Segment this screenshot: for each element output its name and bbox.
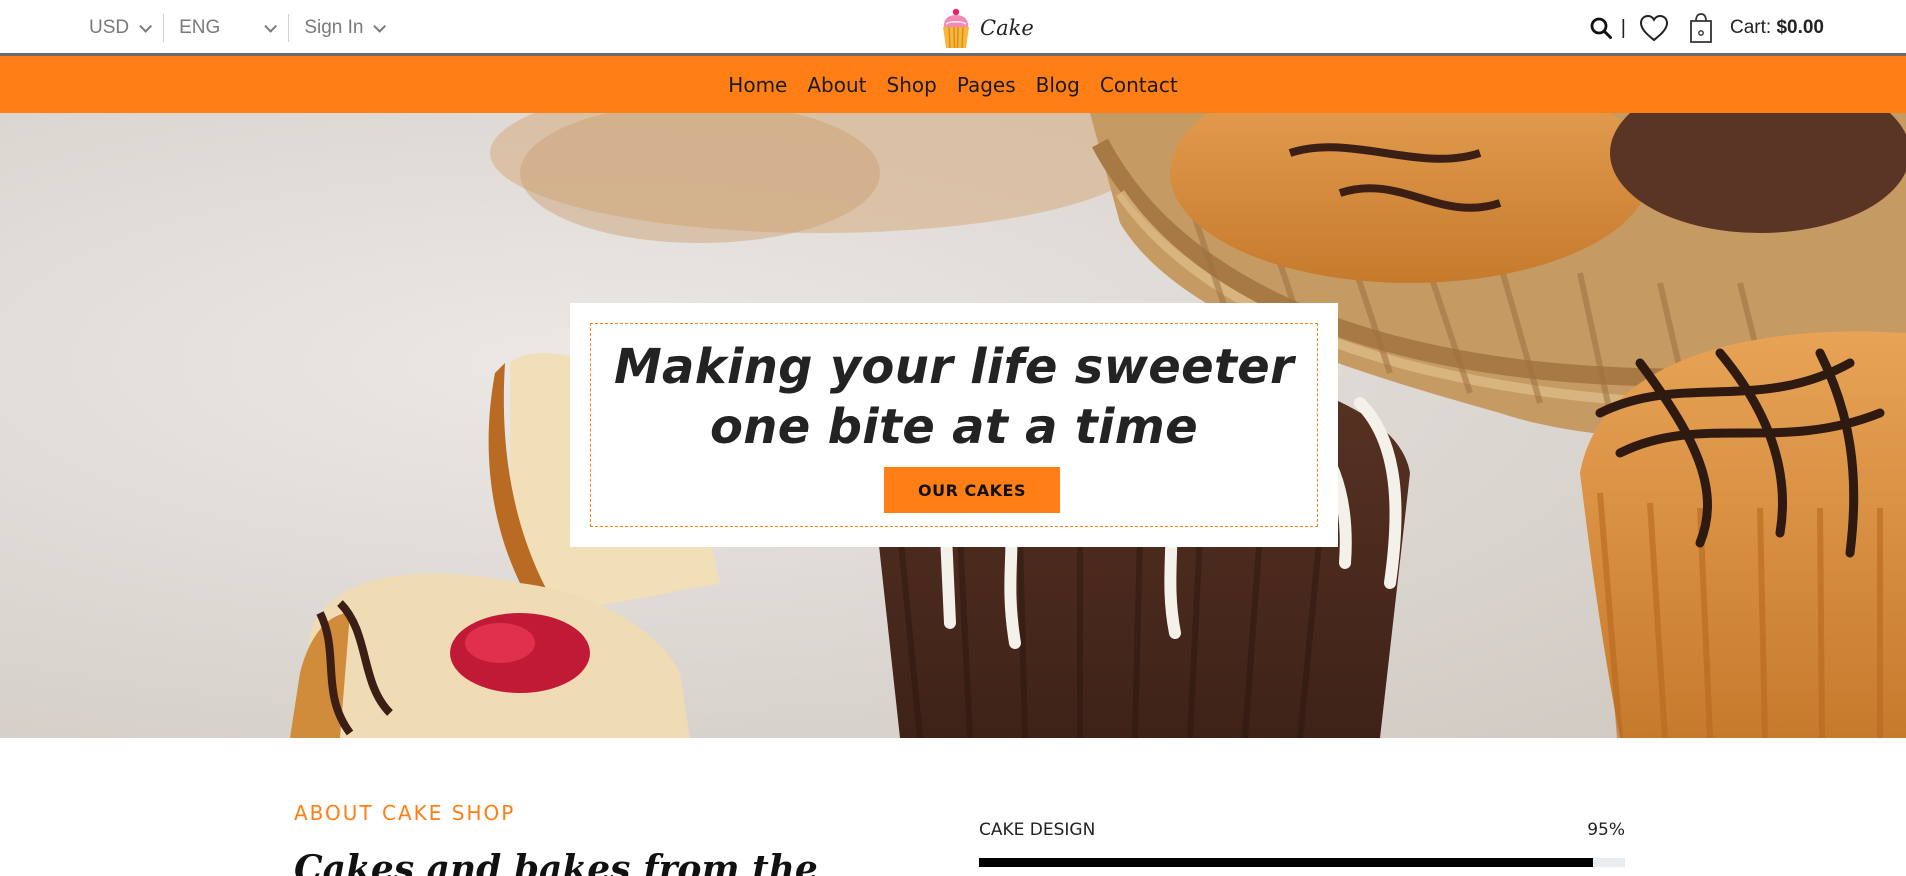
cart-summary: Cart: $0.00	[1730, 17, 1824, 39]
skill-progress-fill	[979, 858, 1593, 867]
hero-title-line-1: Making your life sweeter	[613, 339, 1295, 395]
search-button[interactable]	[1589, 16, 1613, 40]
nav-item-blog[interactable]: Blog	[1036, 73, 1080, 97]
language-value: ENG	[179, 17, 221, 38]
shopping-bag-icon	[1690, 13, 1712, 43]
nav-item-home[interactable]: Home	[728, 73, 787, 97]
cart-button[interactable]: Cart: $0.00	[1688, 12, 1824, 44]
main-nav: Home About Shop Pages Blog Contact	[0, 56, 1906, 113]
nav-item-about[interactable]: About	[807, 73, 866, 97]
language-dropdown[interactable]: ENG	[179, 17, 278, 39]
top-bar: USD ENG Sign In Cake | Cart: $0.00	[0, 0, 1906, 56]
currency-value: USD	[89, 17, 130, 38]
about-heading: Cakes and bakes from the	[294, 848, 818, 876]
skill-percent: 95%	[1587, 820, 1625, 840]
our-cakes-button[interactable]: OUR CAKES	[884, 467, 1060, 513]
search-icon	[1590, 17, 1612, 39]
heart-icon	[1639, 14, 1668, 42]
divider: |	[1620, 16, 1626, 39]
chevron-down-icon	[373, 19, 387, 33]
brand-name: Cake	[980, 16, 1034, 40]
cupcake-logo-icon	[943, 8, 969, 49]
skill-progress-track	[979, 858, 1625, 867]
cart-label: Cart:	[1729, 17, 1772, 38]
top-bar-left: USD ENG Sign In	[89, 0, 387, 56]
about-kicker: ABOUT CAKE SHOP	[294, 801, 516, 825]
signin-dropdown[interactable]: Sign In	[304, 17, 387, 39]
cart-total: $0.00	[1776, 17, 1824, 38]
nav-item-pages[interactable]: Pages	[957, 73, 1016, 97]
hero-title-line-2: one bite at a time	[710, 399, 1198, 455]
hero-banner: Making your life sweeter one bite at a t…	[0, 113, 1906, 738]
hero-title: Making your life sweeter one bite at a t…	[570, 337, 1338, 457]
nav-item-contact[interactable]: Contact	[1100, 73, 1178, 97]
top-bar-right: | Cart: $0.00	[1589, 0, 1824, 56]
skill-cake-design: CAKE DESIGN 95%	[979, 820, 1625, 867]
currency-dropdown[interactable]: USD	[89, 17, 153, 39]
wishlist-button[interactable]	[1638, 13, 1670, 43]
site-logo[interactable]: Cake	[940, 6, 1034, 50]
chevron-down-icon	[264, 19, 278, 33]
nav-item-shop[interactable]: Shop	[887, 73, 937, 97]
divider	[163, 14, 165, 42]
chevron-down-icon	[139, 19, 153, 33]
skill-label: CAKE DESIGN	[979, 820, 1096, 840]
hero-card: Making your life sweeter one bite at a t…	[570, 303, 1338, 547]
skill-header: CAKE DESIGN 95%	[979, 820, 1625, 840]
signin-label: Sign In	[304, 17, 364, 38]
divider	[288, 14, 290, 42]
